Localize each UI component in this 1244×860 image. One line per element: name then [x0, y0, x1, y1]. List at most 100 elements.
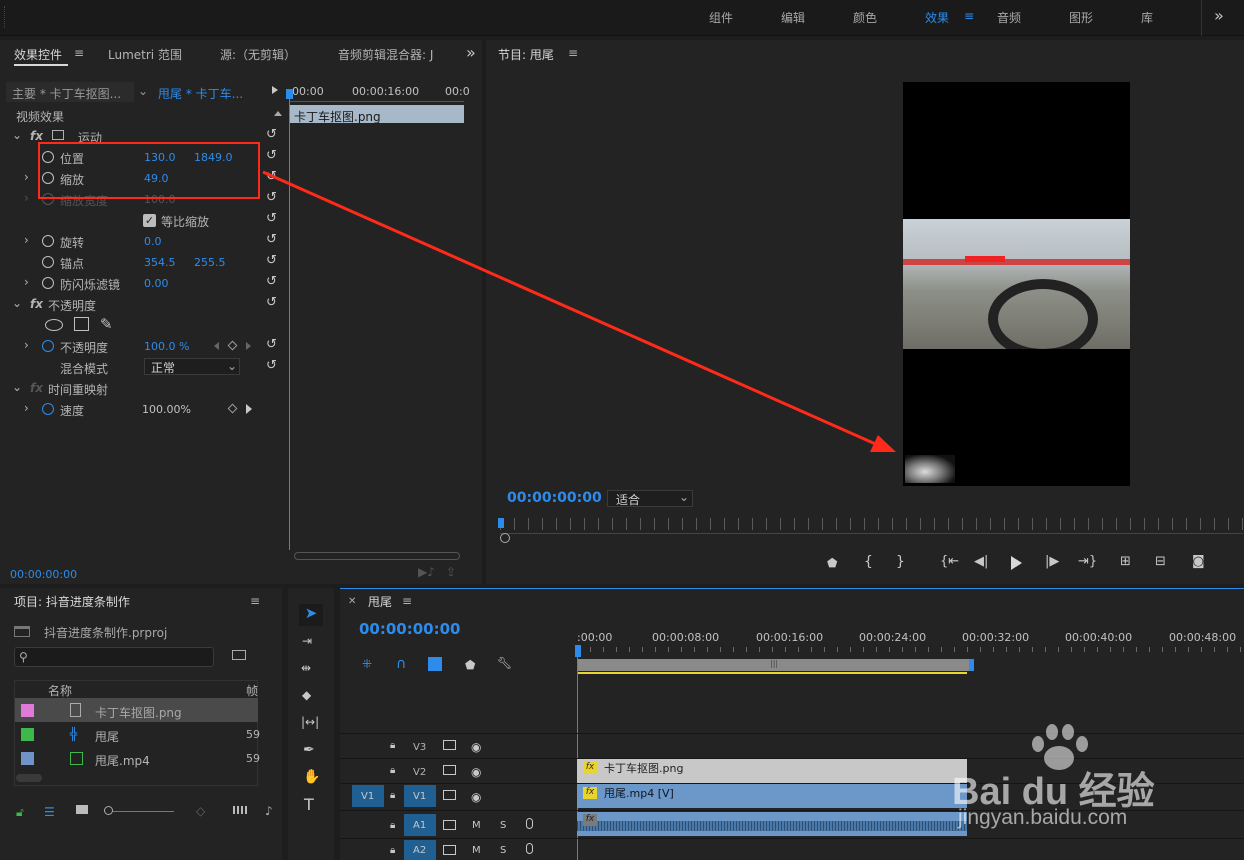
sequence-clip-label[interactable]: 甩尾 * 卡丁车... [158, 85, 258, 102]
lock-icon[interactable]: 🔒︎ [390, 765, 395, 776]
panel-menu-icon[interactable]: ≡ [250, 594, 260, 608]
sync-lock-icon[interactable] [443, 790, 456, 800]
project-hscrollbar[interactable] [16, 774, 42, 782]
workspace-menu-icon[interactable]: ≡ [964, 9, 974, 23]
mute-button[interactable]: M [472, 820, 481, 831]
mark-out-button[interactable]: } [896, 554, 905, 570]
list-view-icon[interactable]: ☰ [44, 805, 55, 819]
rotation-expand-icon[interactable]: › [24, 233, 29, 247]
workspace-tab-颜色[interactable]: 颜色 [853, 9, 877, 26]
reset-opacity-icon[interactable]: ↺ [266, 337, 277, 352]
stopwatch-icon[interactable] [42, 256, 54, 268]
solo-button[interactable]: S [500, 845, 506, 856]
pen-mask-icon[interactable]: ✎ [100, 315, 113, 333]
program-scroll-handle[interactable] [500, 533, 510, 543]
tab-lumetri-scopes[interactable]: Lumetri 范围 [108, 46, 182, 63]
track-name-v2[interactable]: V2 [413, 767, 426, 778]
marker-icon[interactable]: ⬟ [465, 658, 475, 672]
ellipse-mask-icon[interactable] [45, 319, 63, 331]
eye-icon[interactable]: ◉ [471, 790, 481, 804]
opacity-value[interactable]: 100.0 % [144, 340, 189, 353]
tab-menu-icon[interactable]: ≡ [74, 46, 84, 60]
solo-button[interactable]: S [500, 820, 506, 831]
add-marker-button[interactable]: ⬟ [827, 556, 837, 570]
ec-scrollbar[interactable] [294, 552, 460, 560]
chevron-down-icon[interactable]: ⌄ [138, 84, 148, 98]
scroll-up-icon[interactable] [274, 111, 282, 116]
go-to-out-button[interactable]: ⇥} [1078, 554, 1097, 569]
go-to-in-button[interactable]: {⇤ [940, 554, 959, 569]
program-monitor-title[interactable]: 节目: 甩尾 [498, 46, 554, 63]
eye-icon[interactable]: ◉ [471, 740, 481, 754]
lock-icon[interactable]: 🔓︎ [16, 805, 24, 820]
program-playhead[interactable] [498, 518, 504, 528]
wrench-icon[interactable]: 🔧︎ [497, 656, 512, 670]
time-remap-expand-icon[interactable]: ⌄ [12, 380, 22, 394]
sort-icon[interactable]: ◇ [196, 804, 205, 818]
reset-position-icon[interactable]: ↺ [266, 148, 277, 163]
more-workspaces-button[interactable]: » [1214, 6, 1224, 25]
tab-source[interactable]: 源:（无剪辑） [220, 46, 296, 63]
sync-lock-icon[interactable] [443, 845, 456, 855]
stopwatch-icon[interactable] [42, 235, 54, 247]
panel-overflow-button[interactable]: » [466, 43, 476, 62]
project-search-input[interactable] [14, 647, 214, 667]
mute-button[interactable]: M [472, 845, 481, 856]
workspace-tab-库[interactable]: 库 [1141, 9, 1153, 26]
list-item-name[interactable]: 卡丁车抠图.png [95, 704, 182, 721]
step-forward-button[interactable]: |▶ [1045, 554, 1059, 569]
ec-playhead-handle[interactable] [286, 89, 293, 99]
anchor-y-value[interactable]: 255.5 [194, 256, 226, 269]
new-bin-icon[interactable] [232, 650, 246, 660]
reset-scale-width-icon[interactable]: ↺ [266, 190, 277, 205]
ec-playhead[interactable] [289, 90, 290, 550]
stopwatch-active-icon[interactable] [42, 403, 54, 415]
list-item-name[interactable]: 甩尾 [95, 728, 119, 745]
workspace-tab-音频[interactable]: 音频 [997, 9, 1021, 26]
lock-icon[interactable]: 🔒︎ [390, 790, 395, 801]
track-select-tool-icon[interactable]: ⇥ [302, 634, 312, 648]
export-frame-button[interactable]: ◙ [1192, 554, 1205, 569]
snap-icon[interactable]: ⁜ [362, 657, 372, 671]
selection-tool-icon[interactable]: ➤ [299, 604, 323, 626]
zoom-slider[interactable] [104, 811, 174, 812]
ripple-edit-tool-icon[interactable]: ⇹ [301, 661, 311, 675]
sync-lock-icon[interactable] [443, 765, 456, 775]
column-header-fps[interactable]: 帧 [246, 682, 258, 699]
lock-icon[interactable]: 🔒︎ [390, 740, 395, 751]
slip-tool-icon[interactable]: |↔| [301, 715, 319, 729]
flicker-value[interactable]: 0.00 [144, 277, 169, 290]
work-area-end-handle[interactable] [969, 659, 974, 671]
linked-selection-icon[interactable]: ∩ [396, 656, 406, 672]
filter-icon[interactable]: ▶♪ [418, 565, 435, 579]
scale-expand-icon[interactable]: › [24, 170, 29, 184]
close-icon[interactable]: ✕ [348, 596, 356, 607]
prev-keyframe-icon[interactable] [214, 342, 219, 350]
speed-value[interactable]: 100.00% [142, 403, 191, 416]
play-only-clip-icon[interactable] [272, 86, 278, 94]
rotation-value[interactable]: 0.0 [144, 235, 162, 248]
pen-tool-icon[interactable]: ✒ [303, 742, 315, 758]
uniform-scale-checkbox[interactable]: ✓ [143, 214, 156, 227]
transform-icon[interactable] [52, 130, 64, 140]
find-icon[interactable]: ♪ [265, 804, 273, 818]
panel-menu-icon[interactable]: ≡ [568, 46, 578, 60]
microphone-icon[interactable] [526, 843, 533, 854]
reset-uniform-icon[interactable]: ↺ [266, 211, 277, 226]
list-item-name[interactable]: 甩尾.mp4 [95, 752, 150, 769]
flicker-expand-icon[interactable]: › [24, 275, 29, 289]
workspace-tab-组件[interactable]: 组件 [709, 9, 733, 26]
panel-menu-icon[interactable]: ≡ [402, 594, 412, 608]
zoom-slider-handle[interactable] [104, 806, 113, 815]
program-scrollbar[interactable] [500, 533, 1243, 541]
reset-motion-icon[interactable]: ↺ [266, 127, 277, 142]
stopwatch-active-icon[interactable] [42, 340, 54, 352]
project-title[interactable]: 项目: 抖音进度条制作 [14, 593, 130, 610]
step-back-button[interactable]: ◀| [974, 554, 988, 569]
eye-icon[interactable]: ◉ [471, 765, 481, 779]
razor-tool-icon[interactable]: ◆ [302, 688, 311, 702]
anchor-x-value[interactable]: 354.5 [144, 256, 176, 269]
play-button[interactable] [1011, 556, 1022, 570]
mark-in-button[interactable]: { [864, 554, 873, 570]
rectangle-mask-icon[interactable] [74, 317, 89, 331]
